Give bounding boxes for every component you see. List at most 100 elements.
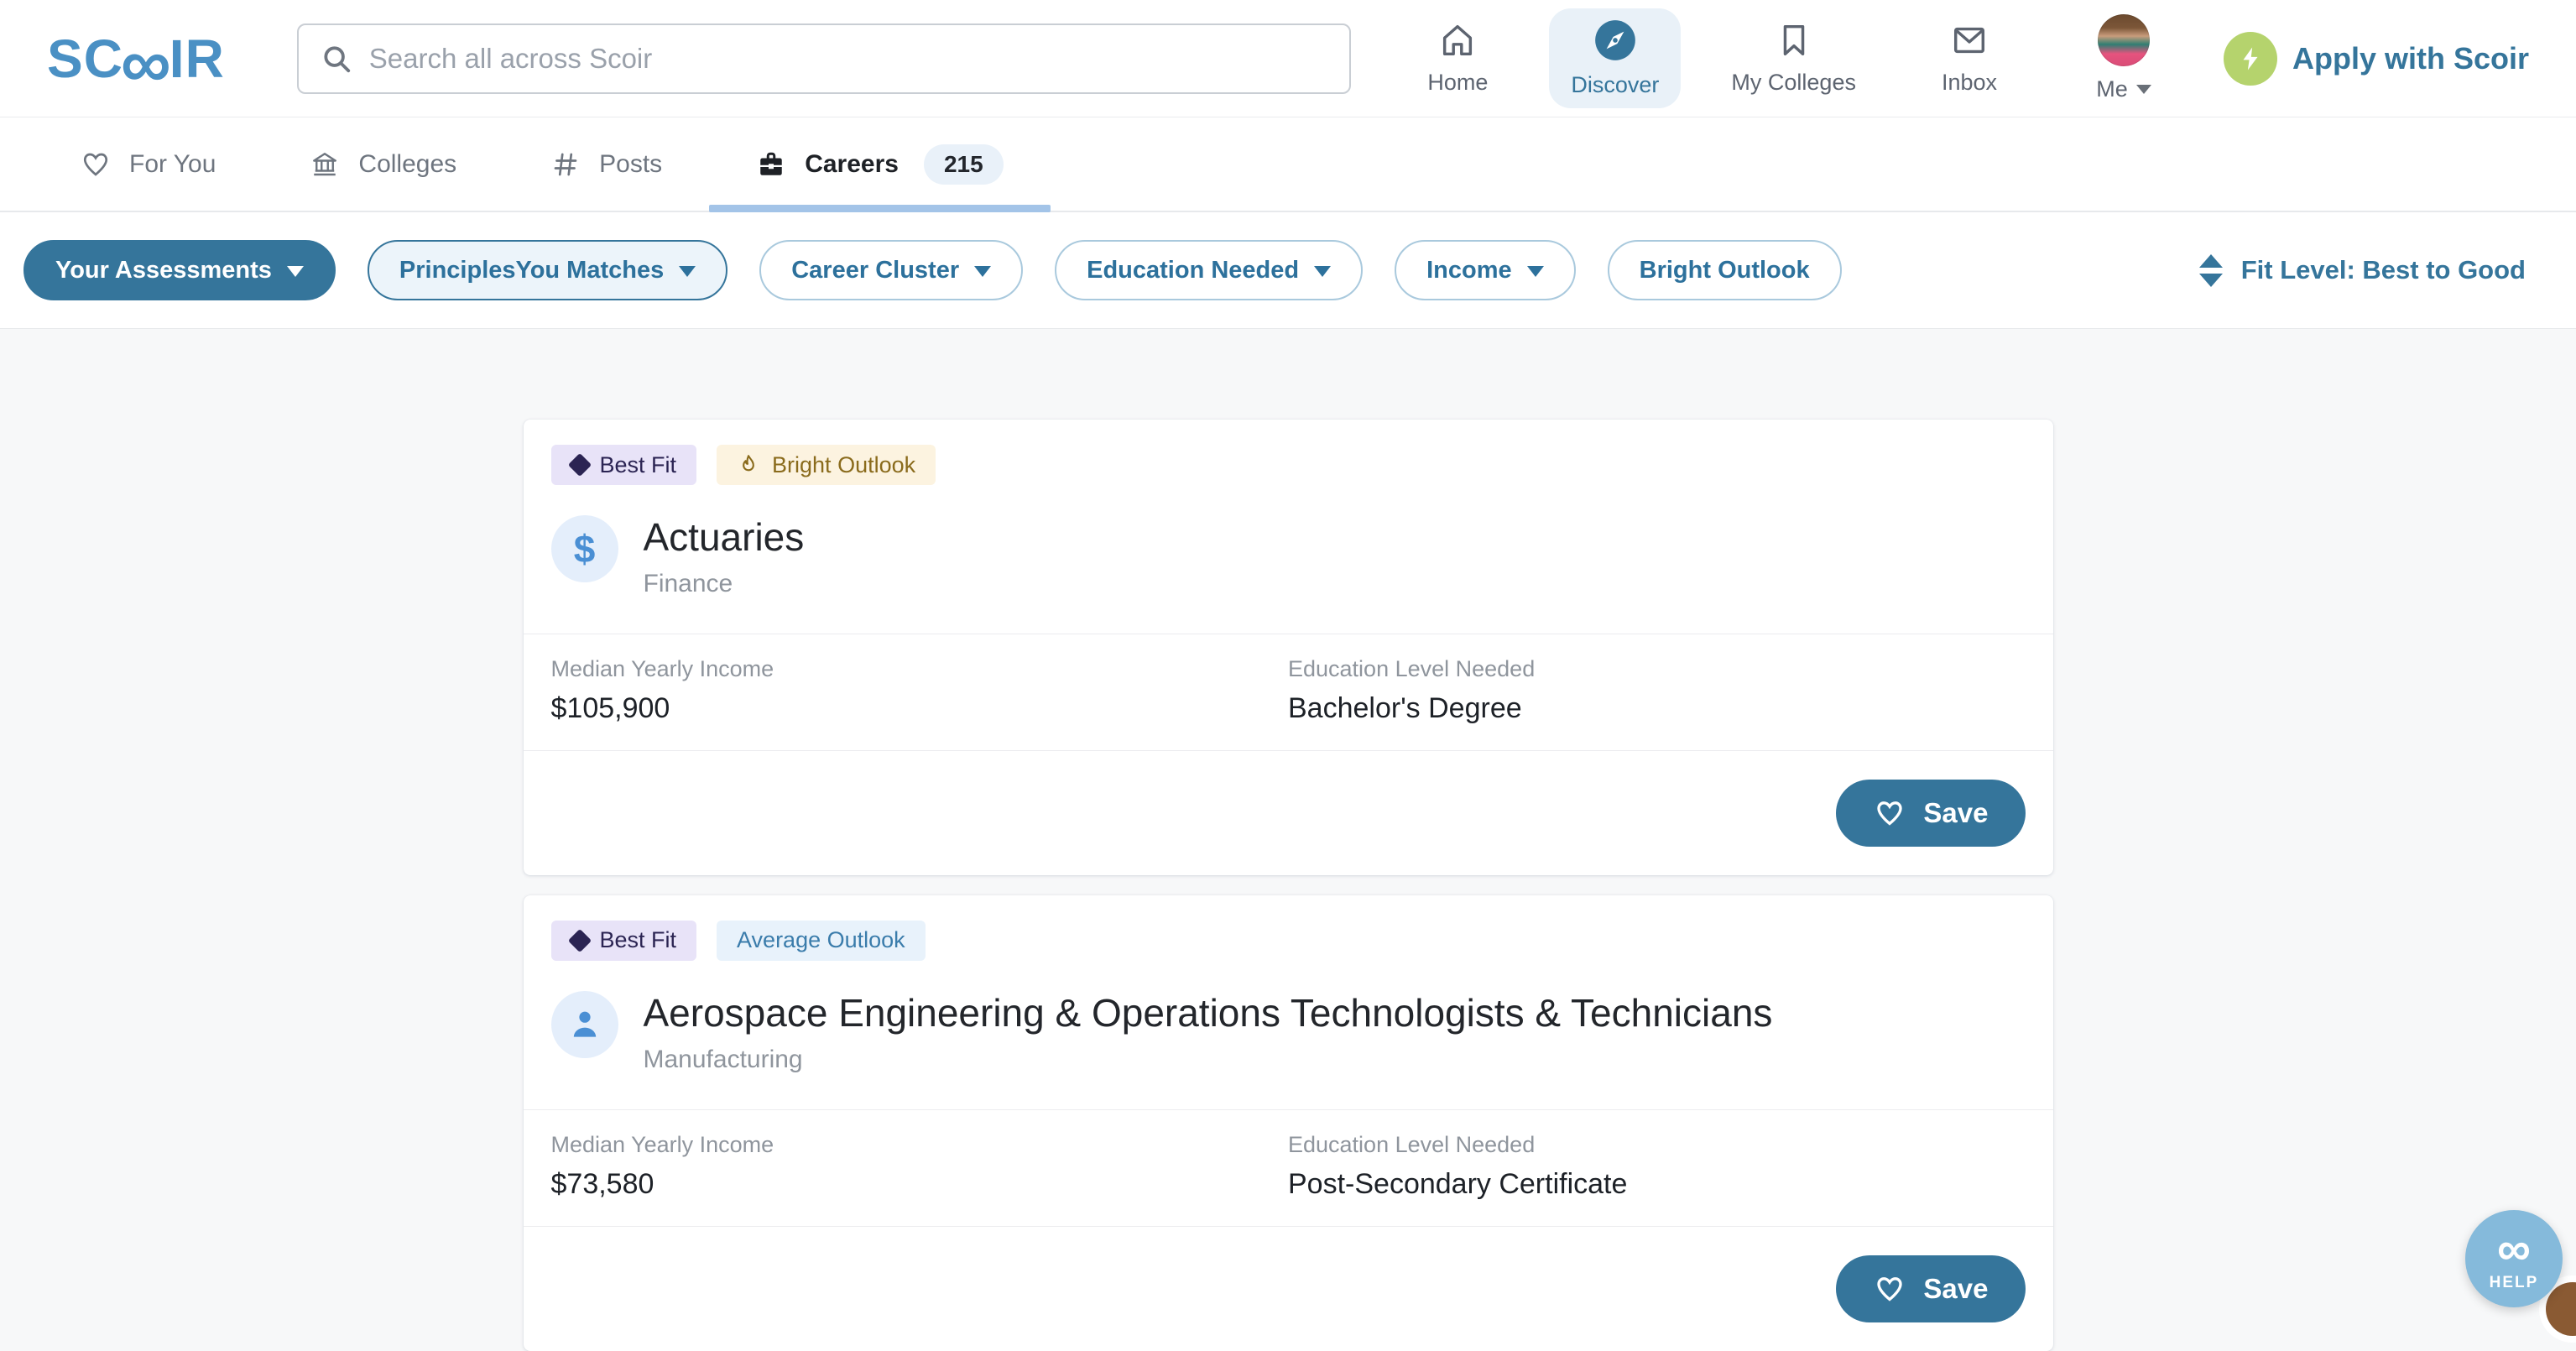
search-icon [324, 45, 350, 72]
logo-text-suffix: IR [169, 28, 225, 89]
badge-label: Bright Outlook [772, 451, 916, 477]
diamond-icon [567, 928, 592, 953]
tab-colleges[interactable]: Colleges [263, 117, 503, 211]
filter-label: Bright Outlook [1639, 256, 1810, 284]
filter-bar: Your Assessments PrinciplesYou Matches C… [0, 212, 2576, 329]
tab-label: Posts [599, 149, 663, 178]
nav-item-my-colleges[interactable]: My Colleges [1709, 11, 1878, 106]
hash-icon [554, 153, 577, 175]
sort-label: Fit Level: Best to Good [2240, 255, 2526, 284]
career-category: Finance [643, 569, 733, 597]
filter-income[interactable]: Income [1395, 240, 1576, 300]
person-icon [573, 1011, 596, 1037]
logo-text-prefix: SC [47, 28, 123, 89]
chevron-down-icon [679, 266, 696, 277]
save-button[interactable]: Save [1836, 779, 2026, 847]
scoir-infinity-icon: ∞ [2497, 1222, 2531, 1275]
filter-label: PrinciplesYou Matches [399, 256, 665, 284]
person-icon [550, 990, 618, 1058]
heart-icon [1877, 1276, 1903, 1301]
bright-outlook-badge: Bright Outlook [717, 445, 936, 485]
bookmark-icon [1783, 24, 1804, 56]
tab-for-you[interactable]: For You [34, 117, 263, 211]
home-icon [1443, 24, 1473, 56]
nav-label: Discover [1571, 72, 1660, 97]
top-bar: SC∞IR Home Discover My Colleges [0, 0, 2576, 117]
stat-education: Education Level Needed Post-Secondary Ce… [1288, 1131, 1628, 1200]
filter-education-needed[interactable]: Education Needed [1055, 240, 1364, 300]
filter-label: Education Needed [1087, 256, 1300, 284]
flame-icon [743, 455, 754, 472]
heart-icon [1877, 801, 1903, 826]
global-search[interactable] [296, 23, 1351, 94]
filter-label: Career Cluster [791, 256, 960, 284]
careers-results-list: Best Fit Bright Outlook $ Actuaries Fina… [0, 329, 2576, 1351]
chevron-down-icon [974, 266, 992, 277]
card-header: Best Fit Bright Outlook $ Actuaries Fina… [524, 420, 2053, 634]
sort-arrows-icon [2198, 253, 2223, 287]
chevron-down-icon [1314, 266, 1332, 277]
filter-bright-outlook[interactable]: Bright Outlook [1607, 240, 1842, 300]
average-outlook-badge: Average Outlook [717, 920, 926, 961]
tab-careers[interactable]: Careers 215 [709, 117, 1051, 212]
tab-label: For You [129, 149, 216, 178]
help-label: HELP [2489, 1274, 2539, 1291]
career-title: Actuaries [643, 515, 805, 559]
briefcase-icon [760, 152, 782, 175]
career-title: Aerospace Engineering & Operations Techn… [643, 990, 1773, 1035]
best-fit-badge: Best Fit [550, 445, 697, 485]
card-actions: Save [523, 749, 2053, 875]
chevron-down-icon [1526, 266, 1544, 277]
career-category: Manufacturing [643, 1045, 803, 1073]
career-stats: Median Yearly Income $73,580 Education L… [523, 1108, 2053, 1226]
compass-icon [1595, 20, 1635, 60]
envelope-icon [1953, 27, 1984, 54]
career-card-actuaries[interactable]: Best Fit Bright Outlook $ Actuaries Fina… [523, 420, 2053, 875]
nav-item-inbox[interactable]: Inbox [1906, 11, 2032, 106]
badge-label: Best Fit [599, 451, 677, 477]
sort-control[interactable]: Fit Level: Best to Good [2198, 253, 2526, 287]
card-actions: Save [523, 1225, 2053, 1351]
best-fit-badge: Best Fit [550, 920, 697, 961]
badge-row: Best Fit Bright Outlook [550, 445, 2026, 485]
nav-item-discover[interactable]: Discover [1549, 8, 1682, 108]
scoir-logo: SC ∞ IR [47, 23, 225, 102]
career-stats: Median Yearly Income $105,900 Education … [523, 633, 2053, 750]
stat-education: Education Level Needed Bachelor's Degree [1288, 655, 1536, 724]
active-tab-underline [709, 205, 1051, 212]
tab-label: Colleges [358, 149, 457, 178]
nav-item-home[interactable]: Home [1395, 11, 1520, 106]
search-input[interactable] [367, 41, 1327, 76]
tab-label: Careers [805, 149, 899, 178]
dollar-icon: $ [550, 515, 618, 582]
save-label: Save [1923, 1272, 1989, 1304]
tab-posts[interactable]: Posts [503, 117, 709, 211]
filter-career-cluster[interactable]: Career Cluster [759, 240, 1024, 300]
save-button[interactable]: Save [1836, 1254, 2026, 1322]
career-card-aerospace[interactable]: Best Fit Average Outlook Aerospace Engin… [523, 895, 2053, 1351]
discover-tabbar: For You Colleges Posts Careers 215 [0, 117, 2576, 212]
filter-principlesyou-matches[interactable]: PrinciplesYou Matches [367, 240, 728, 300]
chevron-down-icon [286, 266, 304, 277]
badge-label: Best Fit [599, 927, 677, 953]
nav-item-me[interactable]: Me [2061, 4, 2187, 112]
primary-nav: Home Discover My Colleges Inbox Me [1395, 4, 2187, 112]
filter-label: Your Assessments [55, 256, 272, 284]
user-avatar [2097, 14, 2150, 66]
card-header: Best Fit Average Outlook Aerospace Engin… [524, 895, 2053, 1109]
diamond-icon [567, 452, 592, 477]
nav-label: Inbox [1941, 70, 1997, 95]
apply-with-scoir-button[interactable]: Apply with Scoir [2223, 31, 2529, 86]
filter-your-assessments[interactable]: Your Assessments [23, 240, 336, 300]
stat-income: Median Yearly Income $73,580 [550, 1131, 774, 1200]
badge-row: Best Fit Average Outlook [550, 920, 2026, 961]
stat-income: Median Yearly Income $105,900 [550, 655, 774, 724]
lightning-bolt-icon [2223, 31, 2277, 86]
save-label: Save [1923, 796, 1989, 828]
heart-icon [83, 153, 108, 176]
help-button[interactable]: ∞ HELP [2465, 1210, 2563, 1307]
apply-label: Apply with Scoir [2292, 40, 2529, 76]
badge-label: Average Outlook [737, 927, 905, 953]
nav-label: Me [2096, 76, 2128, 102]
chevron-down-icon [2135, 85, 2151, 94]
